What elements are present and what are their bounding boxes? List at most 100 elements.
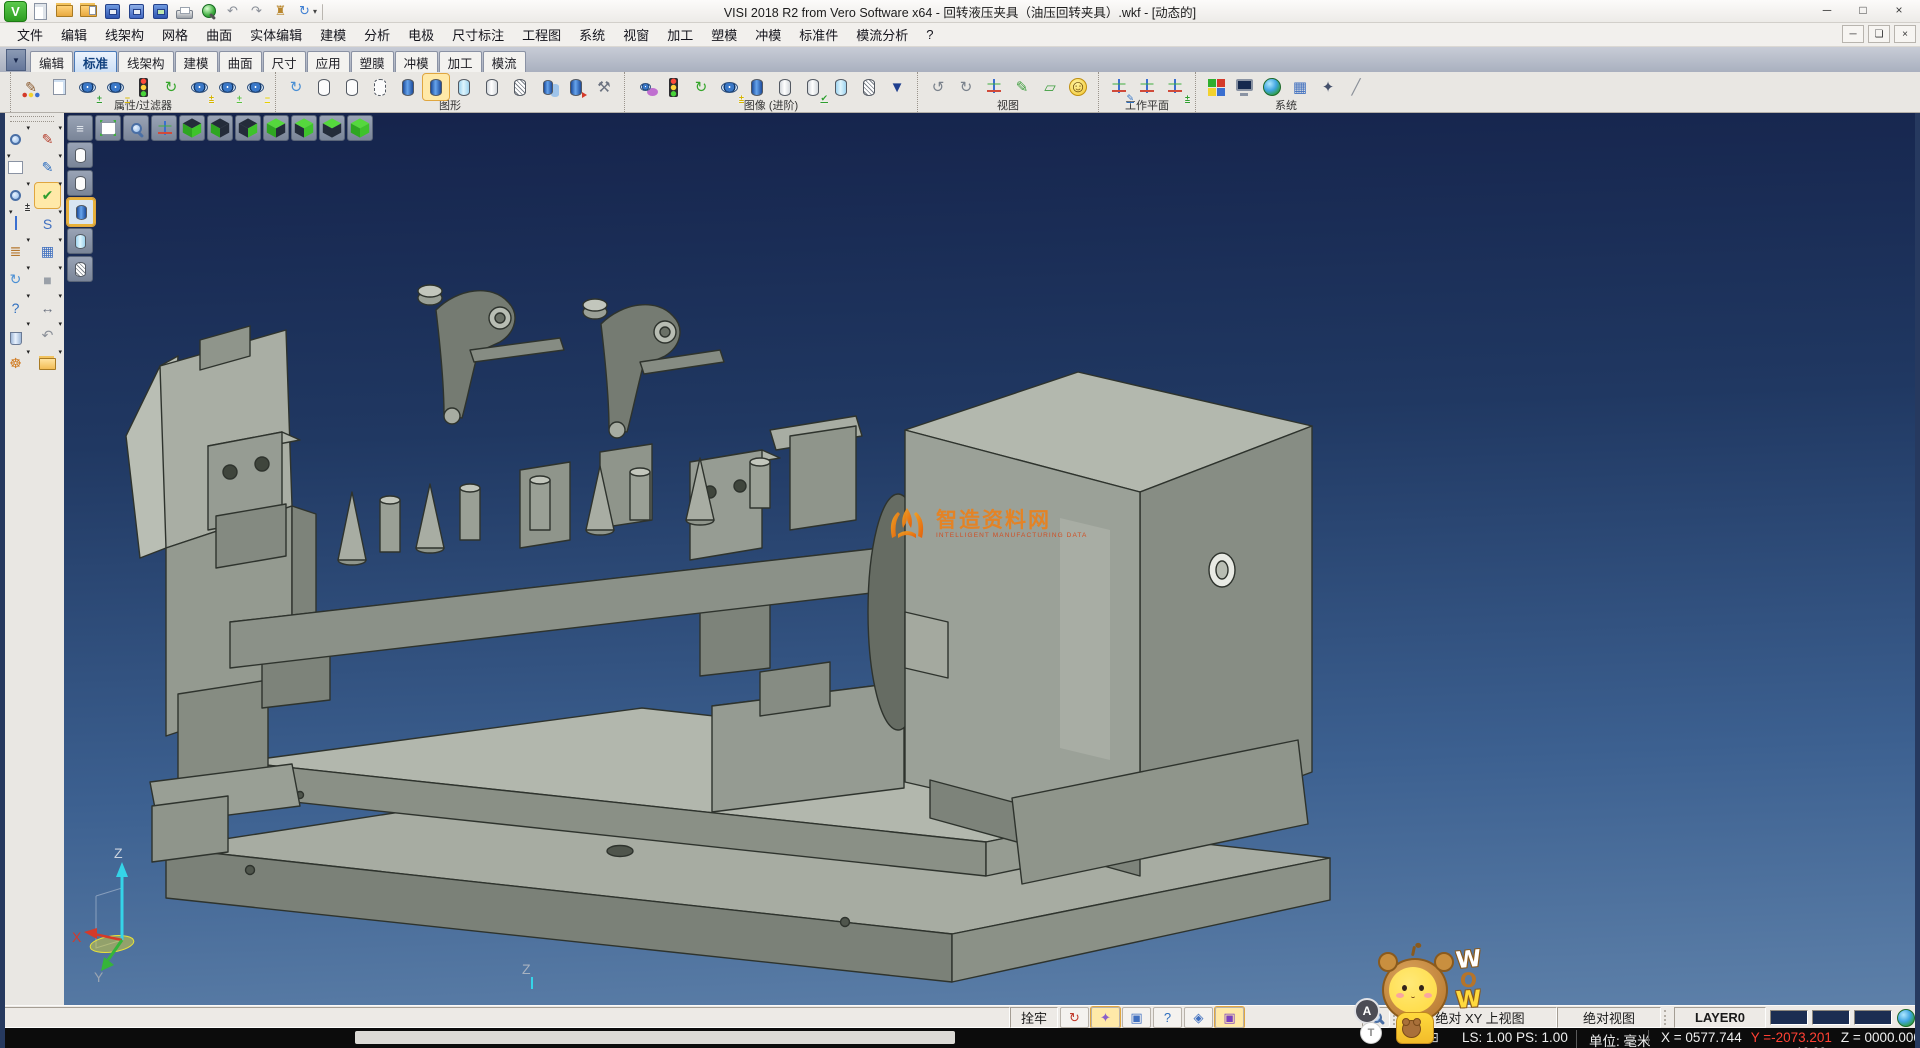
tab-dropdown-icon[interactable]: ▼	[6, 49, 26, 71]
tab-application[interactable]: 应用	[307, 51, 350, 72]
menu-5[interactable]: 实体编辑	[241, 25, 311, 44]
ribbon-advanced-toggle[interactable]: ±	[716, 74, 742, 100]
menu-0[interactable]: 文件	[8, 25, 52, 44]
ribbon-color-settings[interactable]	[1203, 74, 1229, 100]
tab-machining[interactable]: 加工	[439, 51, 482, 72]
qa-save-as[interactable]	[126, 2, 147, 21]
vp-view-cube-shaded[interactable]	[347, 115, 373, 141]
ribbon-hide-entities[interactable]: −	[102, 74, 128, 100]
mdi-close-button[interactable]: ×	[1894, 25, 1916, 43]
dock-window-layout[interactable]: ▦	[35, 239, 60, 264]
ribbon-wireframe-view[interactable]	[311, 74, 337, 100]
tab-dimension[interactable]: 尺寸	[263, 51, 306, 72]
dock-navigation-wheel[interactable]: ☸	[3, 351, 28, 376]
graphics-viewport[interactable]: ≡	[64, 112, 1920, 1005]
vp-view-cube-left-iso[interactable]	[263, 115, 289, 141]
tab-surface[interactable]: 曲面	[219, 51, 262, 72]
status-swatch-0[interactable]	[1770, 1010, 1808, 1025]
tab-mould[interactable]: 塑膜	[351, 51, 394, 72]
maximize-button[interactable]: □	[1845, 0, 1881, 20]
status-status-help[interactable]: ?	[1153, 1007, 1182, 1028]
dock-edit-erase[interactable]: ✎	[35, 127, 60, 152]
vp-display-hidden-line[interactable]	[67, 170, 93, 196]
dock-context-help[interactable]: ?	[3, 295, 28, 320]
qa-new-file[interactable]	[30, 2, 51, 21]
ribbon-display-settings[interactable]	[1231, 74, 1257, 100]
menu-6[interactable]: 建模	[311, 25, 355, 44]
vp-display-hatched[interactable]	[67, 256, 93, 282]
ribbon-workplane-align[interactable]: ±	[1162, 74, 1188, 100]
menu-13[interactable]: 加工	[658, 25, 702, 44]
menu-9[interactable]: 尺寸标注	[443, 25, 513, 44]
ribbon-advanced-hatched[interactable]	[856, 74, 882, 100]
dock-delete-entities[interactable]	[3, 323, 28, 348]
qa-open-part[interactable]	[78, 2, 99, 21]
status-selection-lock[interactable]: ↻	[1060, 1007, 1089, 1028]
qa-print-preview[interactable]	[198, 2, 219, 21]
tab-flow[interactable]: 模流	[483, 51, 526, 72]
menu-4[interactable]: 曲面	[197, 25, 241, 44]
ribbon-graphics-settings[interactable]: ⚒	[591, 74, 617, 100]
ribbon-filter-refresh[interactable]: ↻	[158, 74, 184, 100]
dock-sketch-circle[interactable]: ✎	[35, 155, 60, 180]
menu-8[interactable]: 电极	[399, 25, 443, 44]
ribbon-hidden-line-view[interactable]	[339, 74, 365, 100]
ribbon-view-axes[interactable]	[981, 74, 1007, 100]
qa-print[interactable]	[174, 2, 195, 21]
dock-drag-handle[interactable]	[10, 116, 54, 122]
vp-view-cube-front[interactable]	[207, 115, 233, 141]
ribbon-advanced-shaded[interactable]	[744, 74, 770, 100]
menu-2[interactable]: 线架构	[96, 25, 153, 44]
dock-open-recent[interactable]	[35, 351, 60, 376]
vp-viewport-menu[interactable]: ≡	[67, 115, 93, 141]
ribbon-rotate-view[interactable]: ↺	[925, 74, 951, 100]
tab-die[interactable]: 冲模	[395, 51, 438, 72]
qa-visi-logo[interactable]: V	[4, 1, 27, 22]
status-search-icon[interactable]	[1362, 1007, 1390, 1028]
ribbon-advanced-refresh[interactable]: ↻	[688, 74, 714, 100]
ribbon-view-plane[interactable]: ▱	[1037, 74, 1063, 100]
vp-display-wireframe[interactable]	[67, 142, 93, 168]
qa-refresh-options[interactable]: ↻	[294, 2, 315, 21]
ribbon-edit-attributes[interactable]	[18, 74, 44, 100]
vp-view-triad[interactable]	[151, 115, 177, 141]
status-resize-handle-2[interactable]	[1664, 1010, 1671, 1025]
ribbon-advanced-translucent[interactable]	[828, 74, 854, 100]
qa-save[interactable]	[102, 2, 123, 21]
minimize-button[interactable]: ─	[1809, 0, 1845, 20]
ribbon-grid-settings[interactable]: ▦	[1287, 74, 1313, 100]
ribbon-advanced-verify[interactable]: ✔	[800, 74, 826, 100]
tab-wireframe[interactable]: 线架构	[118, 51, 174, 72]
menu-18[interactable]: ?	[917, 27, 942, 42]
dock-zoom-solids[interactable]: ±	[3, 183, 28, 208]
ribbon-hide-selected[interactable]: −	[242, 74, 268, 100]
vp-display-translucent[interactable]	[67, 228, 93, 254]
tab-edit[interactable]: 编辑	[30, 51, 73, 72]
menu-16[interactable]: 标准件	[790, 25, 847, 44]
ribbon-view-assistant[interactable]: ☺	[1065, 74, 1091, 100]
ribbon-mixed-render-view[interactable]	[535, 74, 561, 100]
dock-attribute-library[interactable]: ≣	[3, 239, 28, 264]
status-swatch-1[interactable]	[1812, 1010, 1850, 1025]
ribbon-advanced-cone[interactable]: ▼	[884, 74, 910, 100]
ribbon-redraw[interactable]: ↻	[283, 74, 309, 100]
ribbon-measure-settings[interactable]: ╱	[1343, 74, 1369, 100]
view-mode-indicator[interactable]: 绝对 XY 上视图	[1403, 1007, 1557, 1028]
ribbon-shaded-edges-view[interactable]	[423, 74, 449, 100]
qa-open-file[interactable]	[54, 2, 75, 21]
ribbon-copy-attributes[interactable]	[46, 74, 72, 100]
ribbon-view-sketch[interactable]: ✎	[1009, 74, 1035, 100]
dock-plane-bounds[interactable]	[3, 155, 28, 180]
vp-display-shaded[interactable]	[67, 198, 95, 226]
vp-view-cube-bottom[interactable]	[179, 115, 205, 141]
ribbon-toggle-visibility[interactable]: ±	[186, 74, 212, 100]
tab-modeling[interactable]: 建模	[175, 51, 218, 72]
grid-toggle-icon[interactable]: ⊞	[1424, 1030, 1442, 1045]
dock-wcs-orientation[interactable]	[3, 211, 28, 236]
status-export-package[interactable]: ◈	[1184, 1007, 1213, 1028]
horizontal-scrollbar[interactable]	[355, 1031, 955, 1044]
snap-lock-label[interactable]: 拴牢	[1010, 1007, 1058, 1028]
absolute-view-indicator[interactable]: 绝对视图	[1557, 1007, 1661, 1028]
ribbon-shaded-view[interactable]	[395, 74, 421, 100]
qa-undo[interactable]: ↶	[222, 2, 243, 21]
